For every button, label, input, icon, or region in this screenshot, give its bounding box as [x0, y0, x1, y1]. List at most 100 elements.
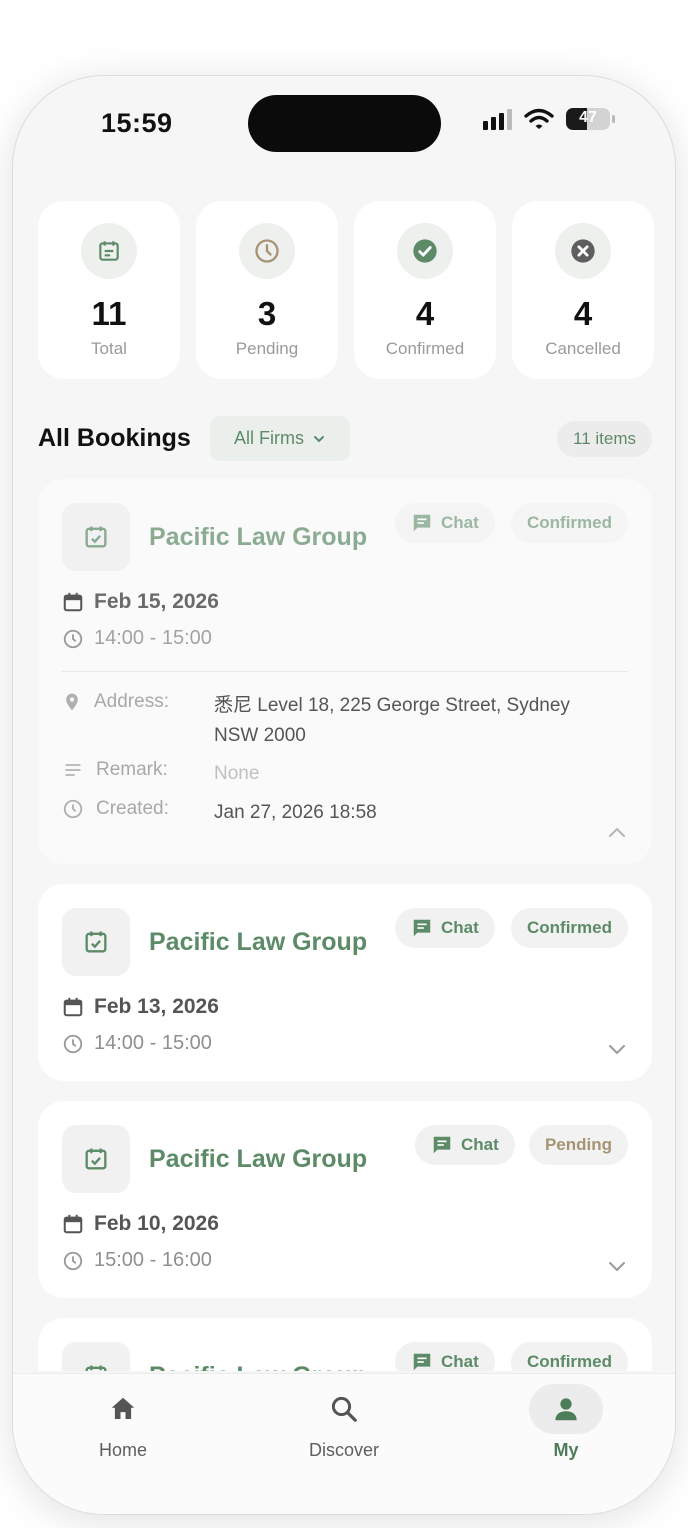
- status-badge: Confirmed: [511, 503, 628, 543]
- remark-key: Remark:: [62, 759, 214, 781]
- remark-row: Remark: None: [62, 759, 614, 789]
- stat-total[interactable]: 11 Total: [38, 201, 180, 379]
- tab-label: Home: [98, 1440, 147, 1460]
- status-time: 15:59: [101, 108, 173, 138]
- bottom-tab-bar: Home Discover My: [13, 1373, 675, 1514]
- firm-name: Pacific Law Group: [149, 928, 368, 956]
- chevron-down-icon: [314, 435, 324, 442]
- stat-label: Confirmed: [385, 339, 465, 358]
- calendar-check-icon: [85, 931, 107, 953]
- chat-icon: [433, 1136, 451, 1154]
- stat-label: Pending: [235, 339, 299, 358]
- firm-name: Pacific Law Group: [149, 523, 368, 551]
- clock-icon: [239, 223, 295, 279]
- booking-card[interactable]: Pacific Law Group Chat Confirmed Feb 13,…: [38, 884, 652, 1081]
- chat-label: Chat: [441, 513, 479, 532]
- divider: [62, 671, 628, 672]
- tab-home[interactable]: Home: [63, 1384, 183, 1484]
- booking-card[interactable]: Pacific Law Group Chat Pending Feb 10, 2…: [38, 1101, 652, 1298]
- section-title: All Bookings: [38, 424, 191, 452]
- booking-date: Feb 10, 2026: [62, 1212, 219, 1236]
- chat-icon: [413, 919, 431, 937]
- time-text: 14:00 - 15:00: [94, 627, 212, 649]
- stat-value: 4: [415, 295, 435, 332]
- stat-value: 3: [257, 295, 277, 332]
- address-label: Address:: [94, 691, 169, 712]
- time-text: 14:00 - 15:00: [94, 1032, 212, 1054]
- calendar-check-icon: [85, 1148, 107, 1170]
- tab-label: Discover: [308, 1440, 379, 1460]
- battery-icon: 47: [566, 108, 615, 130]
- calendar-icon: [63, 592, 83, 612]
- remark-label: Remark:: [96, 759, 168, 780]
- clock-icon: [63, 1251, 83, 1270]
- bookings-list[interactable]: Pacific Law Group Chat Confirmed Feb 15,…: [38, 479, 652, 1371]
- person-icon: [529, 1384, 603, 1434]
- status-badge: Confirmed: [511, 1342, 628, 1371]
- status-bar: 15:59 47: [13, 76, 675, 168]
- booking-time: 14:00 - 15:00: [62, 1032, 212, 1055]
- calendar-icon: [63, 1214, 83, 1234]
- firm-name: Pacific Law Group: [149, 1145, 368, 1173]
- chat-button[interactable]: Chat: [395, 1342, 495, 1371]
- calendar-icon: [63, 997, 83, 1017]
- chat-button[interactable]: Chat: [395, 908, 495, 948]
- chevron-down-icon[interactable]: [608, 1260, 626, 1272]
- address-value: 悉尼 Level 18, 225 George Street, Sydney N…: [214, 695, 570, 746]
- chat-button[interactable]: Chat: [395, 503, 495, 543]
- firm-logo: [62, 1125, 130, 1193]
- booking-card[interactable]: Pacific Law Group Chat Confirmed: [38, 1318, 652, 1371]
- clock-icon: [63, 799, 83, 819]
- remark-value: None: [214, 763, 260, 784]
- x-circle-icon: [555, 223, 611, 279]
- status-icons: 47: [483, 108, 615, 130]
- stat-cancelled[interactable]: 4 Cancelled: [512, 201, 654, 379]
- chevron-down-icon[interactable]: [608, 1043, 626, 1055]
- location-pin-icon: [66, 693, 78, 711]
- chat-icon: [413, 514, 431, 532]
- address-row: Address: 悉尼 Level 18, 225 George Street,…: [62, 691, 614, 751]
- booking-time: 14:00 - 15:00: [62, 627, 212, 650]
- chevron-up-icon[interactable]: [608, 826, 626, 838]
- chat-label: Chat: [461, 1135, 499, 1154]
- booking-date: Feb 15, 2026: [62, 590, 219, 614]
- created-row: Created: Jan 27, 2026 18:58: [62, 798, 614, 828]
- stat-confirmed[interactable]: 4 Confirmed: [354, 201, 496, 379]
- stat-pending[interactable]: 3 Pending: [196, 201, 338, 379]
- stat-label: Total: [91, 339, 127, 358]
- calendar-check-icon: [85, 1365, 107, 1371]
- chat-label: Chat: [441, 918, 479, 937]
- stat-value: 11: [91, 295, 127, 332]
- date-text: Feb 13, 2026: [94, 995, 219, 1018]
- tab-my[interactable]: My: [506, 1384, 626, 1484]
- chat-button[interactable]: Chat: [415, 1125, 515, 1165]
- filter-label: All Firms: [234, 428, 304, 448]
- home-icon: [86, 1384, 160, 1434]
- booking-time: 15:00 - 16:00: [62, 1249, 212, 1272]
- notes-icon: [65, 764, 81, 776]
- signal-icon: [483, 108, 512, 130]
- firm-filter-dropdown[interactable]: All Firms: [210, 416, 350, 461]
- stats-row: 11 Total 3 Pending 4 Confirmed 4 Cancell…: [38, 201, 654, 379]
- tab-label: My: [553, 1440, 579, 1460]
- calendar-icon: [81, 223, 137, 279]
- created-label: Created:: [96, 798, 169, 819]
- wifi-icon: [524, 108, 554, 129]
- check-circle-icon: [397, 223, 453, 279]
- chat-icon: [413, 1353, 431, 1371]
- clock-icon: [63, 1034, 83, 1053]
- firm-logo: [62, 908, 130, 976]
- firm-name: Pacific Law Group: [149, 1362, 367, 1371]
- stat-value: 4: [573, 295, 593, 332]
- clock-icon: [63, 629, 83, 648]
- tab-discover[interactable]: Discover: [284, 1384, 404, 1484]
- date-text: Feb 15, 2026: [94, 590, 219, 613]
- time-text: 15:00 - 16:00: [94, 1249, 212, 1271]
- booking-date: Feb 13, 2026: [62, 995, 219, 1019]
- bookings-header: All Bookings All Firms 11 items: [38, 416, 652, 462]
- booking-card[interactable]: Pacific Law Group Chat Confirmed Feb 15,…: [38, 479, 652, 864]
- dynamic-island: [248, 95, 441, 152]
- battery-level: 47: [579, 109, 597, 126]
- date-text: Feb 10, 2026: [94, 1212, 219, 1235]
- address-key: Address:: [62, 691, 214, 713]
